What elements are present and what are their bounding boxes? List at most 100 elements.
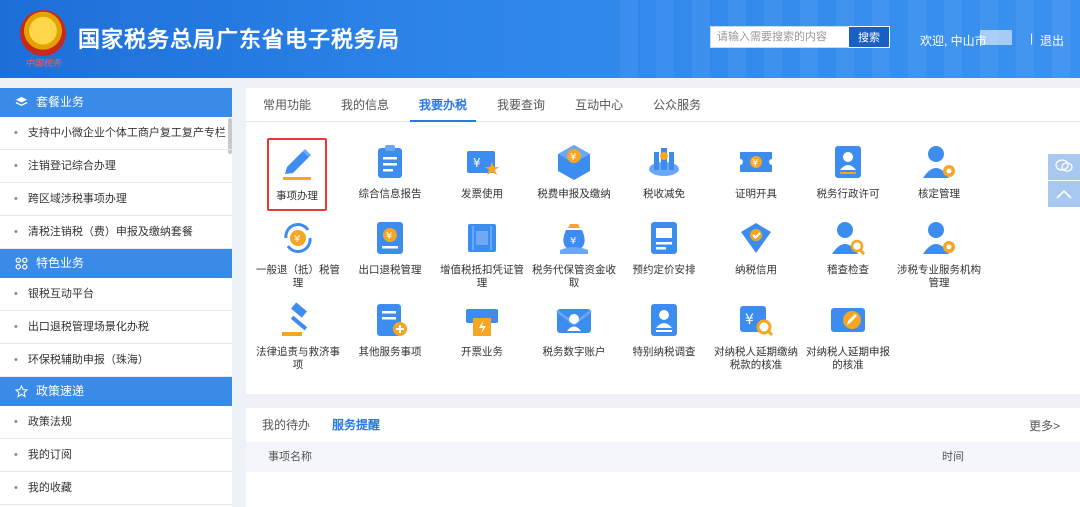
svg-text:¥: ¥ [570, 236, 576, 247]
service-tile-label: 发票使用 [461, 188, 503, 200]
chat-icon [1055, 158, 1073, 177]
service-tile[interactable]: 税务行政许可 [803, 142, 893, 201]
header: 中国税务 国家税务总局广东省电子税务局 请输入需要搜索的内容 搜索 欢迎, 中山… [0, 0, 1080, 78]
sidebar-item[interactable]: 清税注销税（费）申报及缴纳套餐 [0, 216, 232, 249]
svg-text:¥: ¥ [386, 231, 392, 242]
service-tile[interactable]: ¥ 税务代保管资金收取 [529, 218, 619, 290]
service-tile[interactable]: 税收减免 [619, 142, 709, 201]
service-tile[interactable]: 开票业务 [437, 300, 527, 359]
table-header: 事项名称 时间 [246, 442, 1080, 472]
tab-my-info[interactable]: 我的信息 [332, 88, 398, 121]
yuan-search-icon: ¥ [736, 300, 776, 340]
invoice-star-icon: ¥ [462, 142, 502, 182]
main-panel: 常用功能 我的信息 我要办税 我要查询 互动中心 公众服务 事项办理 综合信息报… [246, 88, 1080, 394]
gavel-icon [278, 300, 318, 340]
sidebar-item[interactable]: 注销登记综合办理 [0, 150, 232, 183]
main-tabs: 常用功能 我的信息 我要办税 我要查询 互动中心 公众服务 [246, 88, 1080, 122]
service-tile[interactable]: 特别纳税调查 [619, 300, 709, 359]
back-to-top-button[interactable] [1048, 181, 1080, 207]
tab-interaction[interactable]: 互动中心 [566, 88, 632, 121]
service-tile[interactable]: 预约定价安排 [619, 218, 709, 277]
person-file-icon [644, 300, 684, 340]
service-tile[interactable]: 其他服务事项 [345, 300, 435, 359]
tab-query[interactable]: 我要查询 [488, 88, 554, 121]
user-gear-icon [919, 218, 959, 258]
service-tile[interactable]: ¥ 税费申报及缴纳 [529, 142, 619, 201]
grid-icon [14, 257, 28, 271]
sidebar-section-policy[interactable]: 政策速递 [0, 377, 232, 406]
service-tile[interactable]: 纳税信用 [711, 218, 801, 277]
sidebar-item[interactable]: 出口退税管理场景化办税 [0, 311, 232, 344]
service-tile[interactable]: ¥ 发票使用 [437, 142, 527, 201]
service-tile-label: 一般退（抵）税管理 [256, 264, 340, 289]
service-tile-label: 增值税抵扣凭证管理 [440, 264, 524, 289]
site-title: 国家税务总局广东省电子税务局 [78, 27, 401, 52]
service-tile[interactable]: 事项办理 [267, 138, 327, 211]
sidebar-item[interactable]: 支持中小微企业个体工商户复工复产专栏 [0, 117, 232, 150]
layers-icon [14, 96, 28, 110]
service-tile-label: 税务行政许可 [816, 188, 880, 200]
service-tile[interactable]: ¥ 证明开具 [711, 142, 801, 201]
yuan-refresh-icon: ¥ [278, 218, 318, 258]
service-tile[interactable]: 对纳税人延期申报的核准 [803, 300, 893, 372]
service-tile[interactable]: ¥ 出口退税管理 [345, 218, 435, 277]
service-tile[interactable]: ¥ 一般退（抵）税管理 [253, 218, 343, 290]
svg-text:¥: ¥ [745, 312, 754, 328]
sidebar-item[interactable]: 跨区域涉税事项办理 [0, 183, 232, 216]
service-tile-label: 税收减免 [643, 188, 685, 200]
chat-float-button[interactable] [1048, 154, 1080, 180]
clipboard-icon [370, 142, 410, 182]
tab-my-todo[interactable]: 我的待办 [262, 416, 310, 433]
search-button[interactable]: 搜索 [848, 26, 890, 48]
service-tile[interactable]: ¥ 对纳税人延期缴纳税款的核准 [711, 300, 801, 372]
service-tile-label: 综合信息报告 [358, 188, 422, 200]
sidebar: 套餐业务 支持中小微企业个体工商户复工复产专栏 注销登记综合办理 跨区域涉税事项… [0, 88, 232, 507]
svg-text:¥: ¥ [570, 152, 576, 163]
sidebar-item[interactable]: 我的收藏 [0, 472, 232, 505]
service-tile[interactable]: 税务数字账户 [529, 300, 619, 359]
welcome-text: 欢迎, 中山市 [920, 34, 987, 48]
sidebar-section-special[interactable]: 特色业务 [0, 249, 232, 278]
pencil-icon [277, 144, 317, 184]
star-icon [14, 385, 28, 399]
service-tile-label: 法律追责与救济事项 [256, 346, 340, 371]
column-time: 时间 [942, 451, 964, 463]
sidebar-item[interactable]: 政策法规 [0, 406, 232, 439]
todo-panel: 我的待办 服务提醒 更多> 事项名称 时间 [246, 408, 1080, 507]
tab-common[interactable]: 常用功能 [254, 88, 320, 121]
service-tile-label: 税费申报及缴纳 [537, 188, 611, 200]
service-tile-label: 预约定价安排 [632, 264, 696, 276]
service-tile-label: 其他服务事项 [358, 346, 422, 358]
emblem-caption: 中国税务 [24, 58, 61, 68]
ticket-icon: ¥ [736, 142, 776, 182]
sidebar-section-title: 套餐业务 [36, 95, 85, 109]
service-tile-label: 出口退税管理 [358, 264, 422, 276]
tab-service-reminder[interactable]: 服务提醒 [332, 416, 380, 433]
service-tile-label: 纳税信用 [735, 264, 777, 276]
sidebar-item[interactable]: 环保税辅助申报（珠海） [0, 344, 232, 377]
service-tile[interactable]: 核定管理 [894, 142, 984, 201]
more-link[interactable]: 更多> [1029, 417, 1060, 434]
svg-text:¥: ¥ [752, 158, 758, 169]
sidebar-item[interactable]: 银税互动平台 [0, 278, 232, 311]
logout-link[interactable]: 退出 [1040, 32, 1064, 49]
service-tile[interactable]: 综合信息报告 [345, 142, 435, 201]
svg-text:¥: ¥ [473, 156, 481, 170]
sidebar-section-title: 政策速递 [36, 384, 85, 398]
service-tile-label: 稽查检查 [827, 264, 869, 276]
search-input[interactable]: 请输入需要搜索的内容 [710, 26, 848, 48]
tab-do-tax[interactable]: 我要办税 [410, 88, 477, 122]
service-tile-label: 税务代保管资金收取 [532, 264, 616, 289]
header-separator: | [1030, 31, 1034, 45]
money-bag-icon: ¥ [554, 218, 594, 258]
user-search-icon [828, 218, 868, 258]
tab-public[interactable]: 公众服务 [644, 88, 710, 121]
sidebar-item[interactable]: 我的订阅 [0, 439, 232, 472]
service-tile[interactable]: 稽查检查 [803, 218, 893, 277]
tax-emblem-logo [20, 10, 66, 56]
service-tile[interactable]: 涉税专业服务机构管理 [894, 218, 984, 290]
service-tile[interactable]: 增值税抵扣凭证管理 [437, 218, 527, 290]
service-tile[interactable]: 法律追责与救济事项 [253, 300, 343, 372]
edit-card-icon [828, 300, 868, 340]
sidebar-section-package[interactable]: 套餐业务 [0, 88, 232, 117]
